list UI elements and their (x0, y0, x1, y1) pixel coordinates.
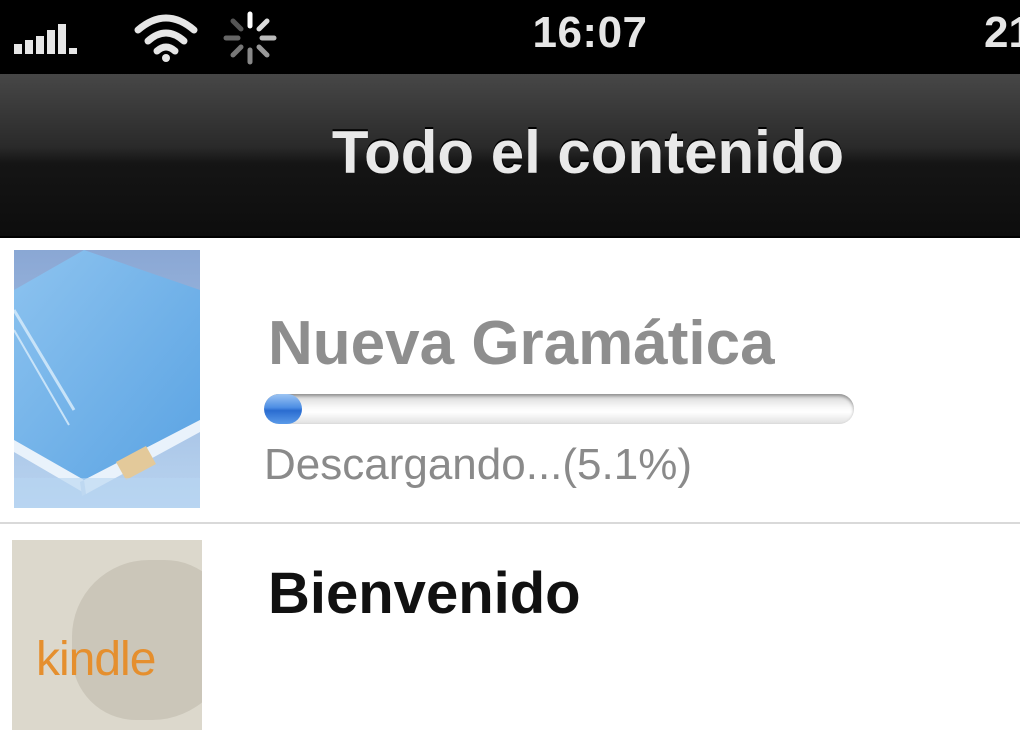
page-title: Todo el contenido (331, 119, 845, 186)
generic-book-icon (14, 250, 200, 508)
battery-percentage: 21 (984, 8, 1020, 57)
download-progress-bar (264, 394, 854, 424)
kindle-logo: kindle (36, 633, 156, 686)
download-status-text: Descargando...(5.1%) (264, 440, 692, 489)
status-bar: 16:07 21 (0, 0, 1020, 74)
item-title: Bienvenido (268, 561, 581, 626)
navigation-bar: Todo el contenido (0, 74, 1020, 238)
list-item-bienvenido[interactable]: kindle Bienvenido (0, 524, 1020, 730)
item-title: Nueva Gramática (268, 309, 775, 378)
list-item-nueva-gramatica[interactable]: Nueva Gramática Descargando...(5.1%) (0, 238, 1020, 524)
kindle-cover-image: kindle (12, 540, 202, 730)
content-list: Nueva Gramática Descargando...(5.1%) kin… (0, 238, 1020, 730)
download-progress-fill (264, 394, 302, 424)
status-time: 16:07 (532, 8, 648, 57)
